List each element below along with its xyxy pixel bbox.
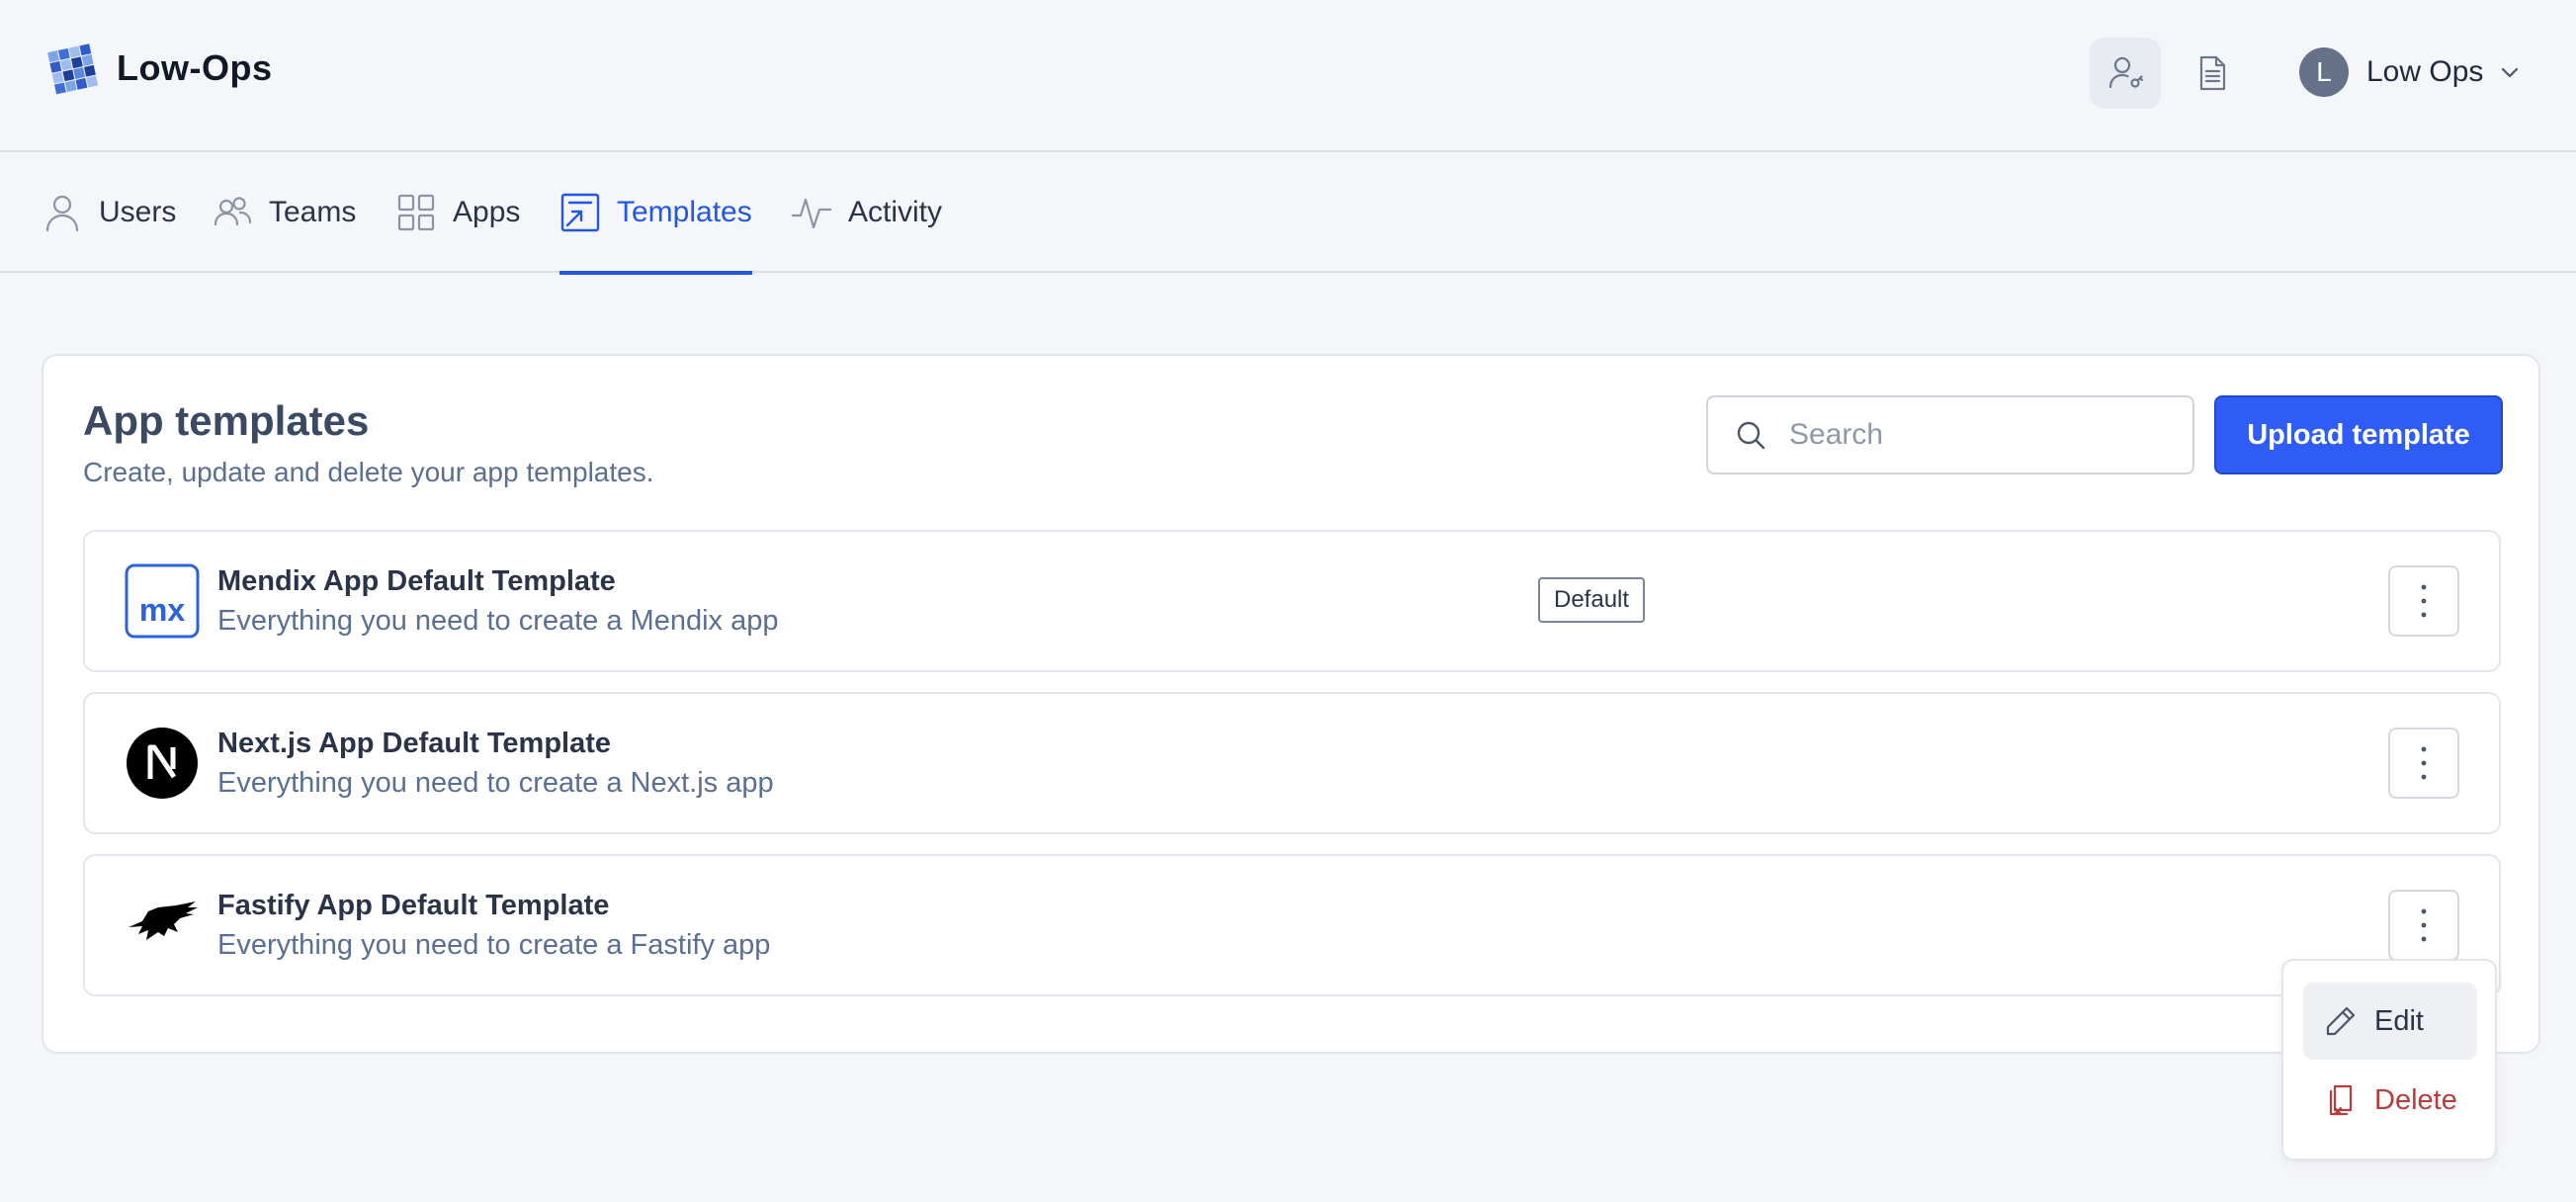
tab-label: Teams <box>269 196 357 228</box>
user-menu[interactable]: L Low Ops <box>2299 47 2521 97</box>
tab-label: Activity <box>848 196 943 228</box>
row-menu-button[interactable] <box>2388 728 2459 799</box>
chevron-down-icon <box>2502 67 2519 78</box>
tab-label: Users <box>99 196 177 228</box>
row-menu-button[interactable] <box>2388 890 2459 961</box>
nextjs-logo <box>127 728 198 799</box>
brand[interactable]: Low-Ops <box>45 40 272 97</box>
tab-apps[interactable]: Apps <box>395 152 520 273</box>
row-actions-menu: Edit Delete <box>2281 959 2497 1160</box>
more-vertical-icon <box>2421 584 2427 618</box>
more-vertical-icon <box>2421 746 2427 780</box>
template-row-mendix[interactable]: mx Mendix App Default Template Everythin… <box>83 530 2501 672</box>
tab-activity[interactable]: Activity <box>791 152 942 273</box>
top-header: Low-Ops L Low Ops <box>0 0 2576 152</box>
delete-file-icon <box>2329 1084 2353 1116</box>
edit-label: Edit <box>2374 1004 2424 1037</box>
document-icon <box>2199 55 2226 91</box>
row-menu-button[interactable] <box>2388 565 2459 637</box>
page-subtitle: Create, update and delete your app templ… <box>83 457 654 487</box>
delete-menu-item[interactable]: Delete <box>2303 1062 2477 1139</box>
template-icon <box>560 193 600 232</box>
template-row-fastify[interactable]: Fastify App Default Template Everything … <box>83 854 2501 996</box>
upload-template-button[interactable]: Upload template <box>2214 395 2503 474</box>
tab-teams[interactable]: Teams <box>212 152 356 273</box>
fastify-logo <box>129 902 198 940</box>
edit-menu-item[interactable]: Edit <box>2303 983 2477 1060</box>
page-title: App templates <box>83 397 370 444</box>
users-icon <box>214 197 252 226</box>
user-key-icon <box>2108 56 2144 89</box>
more-vertical-icon <box>2421 908 2427 942</box>
template-name: Next.js App Default Template <box>217 728 612 759</box>
template-description: Everything you need to create a Fastify … <box>217 929 771 961</box>
search-icon <box>1737 421 1765 450</box>
tab-nav: Users Teams Apps Templates Activity <box>0 152 2576 275</box>
template-name: Fastify App Default Template <box>217 890 610 921</box>
templates-card: App templates Create, update and delete … <box>42 354 2540 1054</box>
search-box[interactable] <box>1706 395 2194 474</box>
default-badge: Default <box>1538 577 1646 623</box>
svg-text:mx: mx <box>139 592 185 628</box>
tab-users[interactable]: Users <box>42 152 176 273</box>
tab-templates[interactable]: Templates <box>559 152 752 275</box>
tab-label: Apps <box>453 196 521 228</box>
template-row-nextjs[interactable]: Next.js App Default Template Everything … <box>83 692 2501 834</box>
low-ops-logo <box>47 43 99 95</box>
delete-label: Delete <box>2374 1083 2457 1116</box>
tab-label: Templates <box>617 196 752 228</box>
activity-icon <box>791 198 832 229</box>
template-description: Everything you need to create a Next.js … <box>217 767 774 799</box>
grid-icon <box>397 194 435 231</box>
docs-button[interactable] <box>2177 38 2248 109</box>
search-input[interactable] <box>1789 418 2165 452</box>
avatar: L <box>2299 47 2349 97</box>
brand-name: Low-Ops <box>117 47 273 88</box>
user-name: Low Ops <box>2366 55 2484 88</box>
user-icon <box>45 195 79 232</box>
user-key-button[interactable] <box>2090 38 2161 109</box>
mendix-logo: mx <box>125 563 200 639</box>
pencil-icon <box>2326 1006 2356 1036</box>
template-name: Mendix App Default Template <box>217 565 616 597</box>
template-description: Everything you need to create a Mendix a… <box>217 605 779 637</box>
